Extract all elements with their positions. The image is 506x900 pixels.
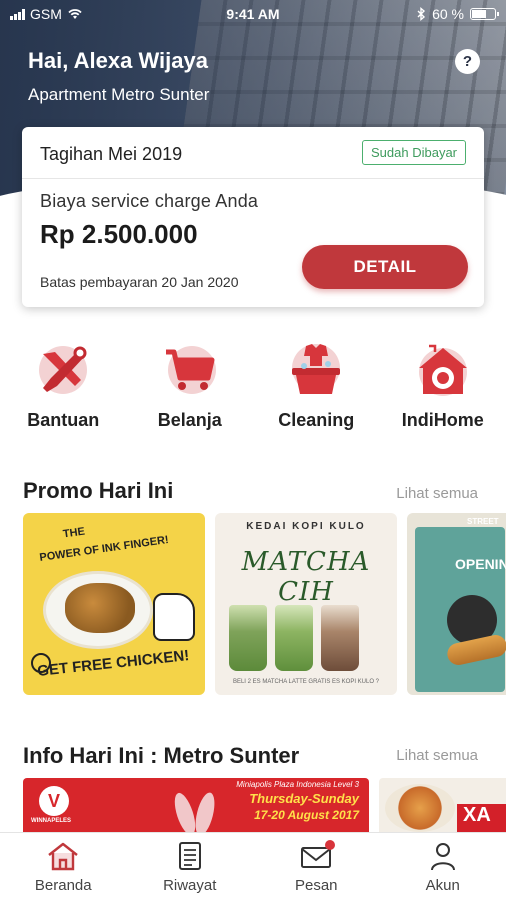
status-bar: GSM 9:41 AM 60 %	[0, 0, 506, 28]
nav-pesan[interactable]: Pesan	[266, 833, 366, 900]
service-cleaning[interactable]: Cleaning	[256, 340, 376, 440]
nav-label: Pesan	[294, 877, 338, 894]
service-label: Bantuan	[27, 410, 100, 430]
promo-see-all-link[interactable]: Lihat semua	[396, 485, 478, 502]
info-section-title: Info Hari Ini : Metro Sunter	[23, 743, 300, 768]
apartment-name: Apartment Metro Sunter	[28, 85, 210, 104]
promo-carousel[interactable]: THE POWER OF INK FINGER! GET FREE CHICKE…	[23, 513, 506, 696]
bunny-ear-image	[191, 790, 219, 832]
info-see-all-link[interactable]: Lihat semua	[396, 747, 478, 764]
service-label: Belanja	[157, 410, 222, 430]
greeting: Hai, Alexa Wijaya	[28, 48, 208, 73]
fried-chicken-image	[65, 583, 135, 633]
promo-text: POWER OF INK FINGER!	[38, 534, 170, 564]
detail-button[interactable]: DETAIL	[302, 245, 468, 289]
promo-fine-print: BELI 2 ES MATCHA LATTE GRATIS ES KOPI KU…	[232, 679, 380, 685]
promo-headline: MATCHA CIH	[241, 547, 371, 607]
service-indihome[interactable]: IndiHome	[383, 340, 503, 440]
nav-akun[interactable]: Akun	[393, 833, 493, 900]
promo-logo: STREET	[467, 517, 499, 526]
indihome-icon	[418, 344, 467, 396]
notification-dot	[325, 840, 336, 850]
bottom-navigation: Beranda Riwayat Pesan Akun	[0, 832, 506, 900]
drink-cup-image	[275, 605, 313, 671]
info-card[interactable]: XA	[379, 778, 506, 832]
service-label: Cleaning	[278, 410, 355, 430]
due-date: Batas pembayaran 20 Jan 2020	[40, 274, 239, 290]
event-logo-text: WINNAPELES	[31, 818, 72, 824]
bill-amount: Rp 2.500.000	[40, 219, 198, 249]
info-carousel[interactable]: V WINNAPELES Miniapolis Plaza Indonesia …	[23, 778, 506, 832]
battery-percent: 60 %	[432, 6, 464, 22]
battery-icon	[470, 8, 499, 20]
nav-label: Beranda	[34, 877, 92, 894]
promo-headline: OPENING BUY 1	[455, 556, 506, 572]
food-bowl-image	[385, 784, 455, 832]
event-dates: 17-20 August 2017	[254, 808, 359, 822]
promo-card[interactable]: KEDAI KOPI KULO MATCHA CIH BELI 2 ES MAT…	[215, 513, 397, 695]
bill-title: Tagihan Mei 2019	[40, 144, 183, 164]
event-logo: V	[39, 786, 69, 816]
tools-icon	[39, 346, 88, 394]
info-headline: XA	[457, 804, 506, 832]
promo-card[interactable]: STREET OPENING BUY 1	[407, 513, 506, 695]
user-icon	[430, 843, 455, 871]
service-bantuan[interactable]: Bantuan	[3, 340, 123, 440]
promo-section-title: Promo Hari Ini	[23, 478, 174, 503]
service-label: IndiHome	[401, 410, 484, 430]
shopping-cart-icon	[165, 346, 216, 394]
info-card[interactable]: V WINNAPELES Miniapolis Plaza Indonesia …	[23, 778, 369, 832]
bill-card: Tagihan Mei 2019 Sudah Dibayar Biaya ser…	[22, 127, 484, 307]
home-icon	[48, 842, 78, 871]
help-icon[interactable]: ?	[455, 49, 480, 74]
nav-riwayat[interactable]: Riwayat	[140, 833, 240, 900]
service-menu: Bantuan Belanja Cleaning IndiHome	[0, 340, 506, 440]
document-icon	[178, 842, 201, 870]
drink-cup-image	[229, 605, 267, 671]
drink-cup-image	[321, 605, 359, 671]
promo-text: THE	[62, 525, 86, 541]
promo-card[interactable]: THE POWER OF INK FINGER! GET FREE CHICKE…	[23, 513, 205, 695]
event-days: Thursday-Sunday	[249, 791, 359, 806]
promo-brand: KEDAI KOPI KULO	[246, 521, 366, 532]
hand-illustration	[153, 593, 195, 641]
nav-label: Akun	[425, 877, 460, 894]
nav-label: Riwayat	[163, 877, 217, 894]
bluetooth-icon	[417, 7, 426, 21]
promo-offer: GET FREE CHICKEN!	[36, 647, 190, 680]
status-badge: Sudah Dibayar	[362, 140, 466, 165]
service-belanja[interactable]: Belanja	[130, 340, 250, 440]
bill-description: Biaya service charge Anda	[40, 191, 259, 211]
event-venue: Miniapolis Plaza Indonesia Level 3	[236, 780, 359, 789]
nav-beranda[interactable]: Beranda	[13, 833, 113, 900]
laundry-basket-icon	[292, 344, 341, 394]
